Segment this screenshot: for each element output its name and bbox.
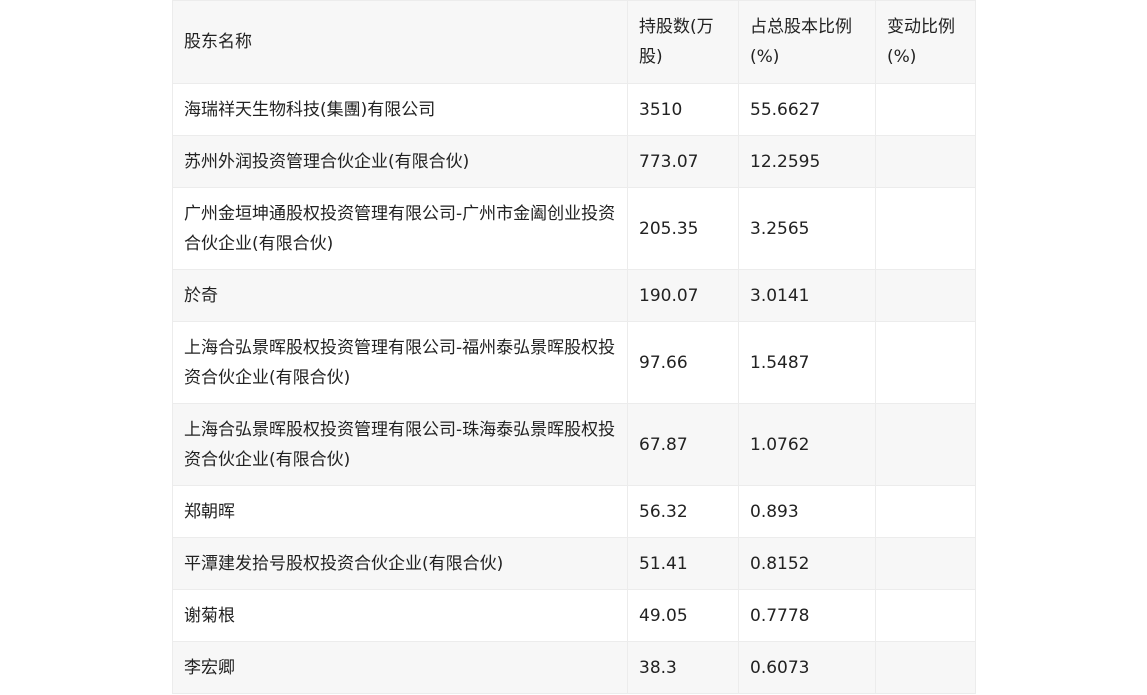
cell-change-ratio <box>875 537 976 590</box>
cell-shareholder-name: 上海合弘景晖股权投资管理有限公司-福州泰弘景晖股权投资合伙企业(有限合伙) <box>172 321 628 404</box>
cell-shareholder-name: 上海合弘景晖股权投资管理有限公司-珠海泰弘景晖股权投资合伙企业(有限合伙) <box>172 403 628 486</box>
table-row: 上海合弘景晖股权投资管理有限公司-珠海泰弘景晖股权投资合伙企业(有限合伙) 67… <box>172 403 976 486</box>
cell-share-ratio: 55.6627 <box>738 83 876 136</box>
table-row: 於奇 190.07 3.0141 <box>172 269 976 322</box>
cell-share-ratio: 1.5487 <box>738 321 876 404</box>
cell-shares-held: 190.07 <box>627 269 739 322</box>
header-shareholder-name: 股东名称 <box>172 0 628 84</box>
cell-shareholder-name: 於奇 <box>172 269 628 322</box>
cell-shares-held: 97.66 <box>627 321 739 404</box>
cell-shareholder-name: 李宏卿 <box>172 641 628 694</box>
cell-shareholder-name: 谢菊根 <box>172 589 628 642</box>
shareholder-table: 股东名称 持股数(万股) 占总股本比例(%) 变动比例(%) 海瑞祥天生物科技(… <box>172 0 976 694</box>
table-row: 苏州外润投资管理合伙企业(有限合伙) 773.07 12.2595 <box>172 135 976 188</box>
header-shares-held: 持股数(万股) <box>627 0 739 84</box>
cell-shares-held: 56.32 <box>627 485 739 538</box>
cell-share-ratio: 0.8152 <box>738 537 876 590</box>
cell-change-ratio <box>875 589 976 642</box>
cell-share-ratio: 0.893 <box>738 485 876 538</box>
cell-shares-held: 51.41 <box>627 537 739 590</box>
cell-shareholder-name: 苏州外润投资管理合伙企业(有限合伙) <box>172 135 628 188</box>
cell-change-ratio <box>875 321 976 404</box>
table-row: 李宏卿 38.3 0.6073 <box>172 641 976 694</box>
shareholder-table-container: 股东名称 持股数(万股) 占总股本比例(%) 变动比例(%) 海瑞祥天生物科技(… <box>172 0 976 694</box>
cell-share-ratio: 3.0141 <box>738 269 876 322</box>
table-row: 郑朝晖 56.32 0.893 <box>172 485 976 538</box>
cell-share-ratio: 0.7778 <box>738 589 876 642</box>
cell-share-ratio: 1.0762 <box>738 403 876 486</box>
cell-change-ratio <box>875 187 976 270</box>
cell-shares-held: 3510 <box>627 83 739 136</box>
cell-change-ratio <box>875 403 976 486</box>
header-share-ratio: 占总股本比例(%) <box>738 0 876 84</box>
cell-shares-held: 67.87 <box>627 403 739 486</box>
header-change-ratio: 变动比例(%) <box>875 0 976 84</box>
cell-shares-held: 205.35 <box>627 187 739 270</box>
cell-shareholder-name: 郑朝晖 <box>172 485 628 538</box>
cell-shares-held: 773.07 <box>627 135 739 188</box>
cell-change-ratio <box>875 269 976 322</box>
table-row: 谢菊根 49.05 0.7778 <box>172 589 976 642</box>
cell-change-ratio <box>875 135 976 188</box>
cell-shareholder-name: 海瑞祥天生物科技(集團)有限公司 <box>172 83 628 136</box>
cell-share-ratio: 12.2595 <box>738 135 876 188</box>
table-row: 广州金垣坤通股权投资管理有限公司-广州市金阖创业投资合伙企业(有限合伙) 205… <box>172 187 976 270</box>
table-row: 平潭建发拾号股权投资合伙企业(有限合伙) 51.41 0.8152 <box>172 537 976 590</box>
cell-share-ratio: 3.2565 <box>738 187 876 270</box>
table-header-row: 股东名称 持股数(万股) 占总股本比例(%) 变动比例(%) <box>172 0 976 84</box>
cell-shares-held: 38.3 <box>627 641 739 694</box>
cell-shareholder-name: 平潭建发拾号股权投资合伙企业(有限合伙) <box>172 537 628 590</box>
cell-change-ratio <box>875 485 976 538</box>
cell-share-ratio: 0.6073 <box>738 641 876 694</box>
cell-shares-held: 49.05 <box>627 589 739 642</box>
cell-change-ratio <box>875 641 976 694</box>
table-row: 上海合弘景晖股权投资管理有限公司-福州泰弘景晖股权投资合伙企业(有限合伙) 97… <box>172 321 976 404</box>
cell-shareholder-name: 广州金垣坤通股权投资管理有限公司-广州市金阖创业投资合伙企业(有限合伙) <box>172 187 628 270</box>
cell-change-ratio <box>875 83 976 136</box>
table-row: 海瑞祥天生物科技(集團)有限公司 3510 55.6627 <box>172 83 976 136</box>
